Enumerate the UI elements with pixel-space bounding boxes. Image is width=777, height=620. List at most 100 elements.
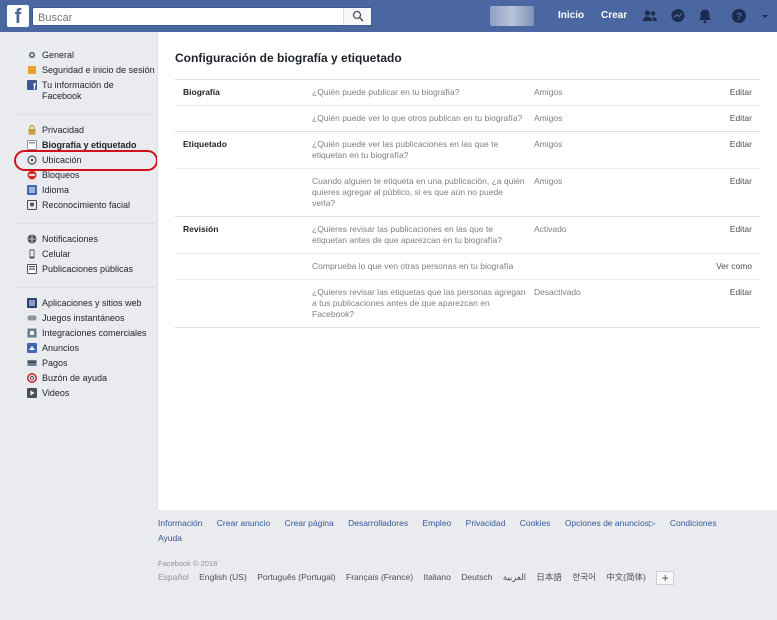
- sidebar-item-general[interactable]: General: [15, 48, 155, 63]
- settings-table: Biografía ¿Quién puede publicar en tu bi…: [175, 79, 760, 328]
- shield-icon: [28, 66, 36, 74]
- messenger-icon[interactable]: [670, 8, 686, 24]
- edit-link[interactable]: Editar: [699, 106, 760, 131]
- sidebar-item-language[interactable]: Idioma: [15, 183, 155, 198]
- language-link[interactable]: Português (Portugal): [257, 572, 335, 582]
- search-box[interactable]: [32, 7, 372, 27]
- setting-question: ¿Quién puede publicar en tu biografía?: [312, 87, 460, 97]
- sidebar-item-payments[interactable]: Pagos: [15, 356, 155, 371]
- block-icon: [27, 170, 37, 180]
- chevron-down-icon[interactable]: [760, 8, 770, 24]
- sidebar-item-label: Celular: [42, 249, 71, 259]
- globe-icon: [27, 234, 37, 244]
- language-link[interactable]: Italiano: [423, 572, 450, 582]
- footer-links: Información Crear anuncio Crear página D…: [158, 516, 768, 546]
- sidebar-item-label: Tu información de Facebook: [42, 80, 114, 101]
- language-link[interactable]: 中文(简体): [606, 572, 646, 582]
- sidebar-item-ads[interactable]: Anuncios: [15, 341, 155, 356]
- footer-link[interactable]: Desarrolladores: [348, 518, 408, 528]
- sidebar-item-label: General: [42, 50, 75, 60]
- footer-link[interactable]: Opciones de anuncios▷: [565, 518, 656, 528]
- language-link[interactable]: 한국어: [572, 572, 595, 582]
- setting-value: [534, 254, 699, 279]
- profile-avatar[interactable]: [490, 6, 534, 26]
- sidebar-item-security[interactable]: Seguridad e inicio de sesión: [15, 63, 155, 78]
- sidebar-item-your-info[interactable]: f Tu información de Facebook: [15, 78, 155, 104]
- rss-icon: [27, 264, 37, 274]
- language-link[interactable]: العربية: [503, 572, 526, 582]
- help-icon[interactable]: ?: [731, 8, 747, 24]
- footer-link[interactable]: Condiciones: [670, 518, 717, 528]
- facebook-logo[interactable]: f: [7, 5, 29, 28]
- top-bar: f Inicio Crear ?: [0, 0, 777, 32]
- sidebar-item-instant-games[interactable]: Juegos instantáneos: [15, 311, 155, 326]
- more-languages-button[interactable]: +: [656, 571, 675, 585]
- sidebar-item-label: Publicaciones públicas: [42, 264, 134, 274]
- sidebar-divider: [15, 223, 155, 224]
- setting-question: Comprueba lo que ven otras personas en t…: [312, 261, 514, 271]
- integration-icon: [27, 328, 37, 338]
- language-link[interactable]: Deutsch: [461, 572, 492, 582]
- notifications-icon[interactable]: [697, 8, 713, 24]
- footer-link[interactable]: Información: [158, 518, 202, 528]
- language-link[interactable]: English (US): [199, 572, 247, 582]
- sidebar-item-label: Juegos instantáneos: [42, 313, 125, 323]
- edit-link[interactable]: Editar: [699, 280, 760, 327]
- sidebar-divider: [15, 287, 155, 288]
- sidebar-item-label: Notificaciones: [42, 234, 99, 244]
- settings-section-review: Revisión ¿Quieres revisar las publicacio…: [175, 217, 760, 328]
- footer-link[interactable]: Crear página: [285, 518, 334, 528]
- sidebar-item-apps[interactable]: Aplicaciones y sitios web: [15, 296, 155, 311]
- sidebar-item-business-integrations[interactable]: Integraciones comerciales: [15, 326, 155, 341]
- friends-icon[interactable]: [642, 8, 658, 24]
- language-link[interactable]: 日本語: [536, 572, 562, 582]
- sidebar-item-privacy[interactable]: Privacidad: [15, 123, 155, 138]
- sidebar-item-label: Bloqueos: [42, 170, 80, 180]
- edit-link[interactable]: Editar: [699, 169, 760, 216]
- sidebar-item-notifications[interactable]: Notificaciones: [15, 232, 155, 247]
- table-row: Biografía ¿Quién puede publicar en tu bi…: [175, 80, 760, 105]
- section-label: Revisión: [183, 224, 219, 234]
- create-link[interactable]: Crear: [601, 10, 627, 21]
- sidebar-item-label: Pagos: [42, 358, 68, 368]
- sidebar-item-videos[interactable]: Videos: [15, 386, 155, 401]
- sidebar-item-face-recognition[interactable]: Reconocimiento facial: [15, 198, 155, 213]
- mobile-icon: [29, 249, 35, 259]
- face-icon: [27, 200, 37, 210]
- search-button[interactable]: [343, 8, 371, 25]
- language-selector: Español English (US) Português (Portugal…: [158, 571, 682, 585]
- ads-icon: [27, 343, 37, 353]
- timeline-icon: [27, 140, 37, 150]
- settings-panel: Configuración de biografía y etiquetado …: [157, 32, 777, 510]
- table-row: Cuando alguien te etiqueta en una public…: [175, 168, 760, 216]
- table-row: ¿Quién puede ver lo que otros publican e…: [175, 105, 760, 131]
- settings-sidebar: General Seguridad e inicio de sesión f T…: [15, 48, 155, 407]
- section-label: Etiquetado: [183, 139, 227, 149]
- language-link[interactable]: Français (France): [346, 572, 413, 582]
- sidebar-group-apps: Aplicaciones y sitios web Juegos instant…: [15, 296, 155, 407]
- setting-value: Activado: [534, 224, 567, 234]
- section-label: Biografía: [183, 87, 220, 97]
- view-as-link[interactable]: Ver como: [699, 254, 760, 279]
- footer-link[interactable]: Ayuda: [158, 533, 182, 543]
- footer-link[interactable]: Empleo: [422, 518, 451, 528]
- sidebar-item-support-inbox[interactable]: Buzón de ayuda: [15, 371, 155, 386]
- sidebar-item-public-posts[interactable]: Publicaciones públicas: [15, 262, 155, 277]
- footer-link[interactable]: Cookies: [520, 518, 551, 528]
- current-language: Español: [158, 572, 189, 583]
- footer-link[interactable]: Privacidad: [466, 518, 506, 528]
- table-row: Revisión ¿Quieres revisar las publicacio…: [175, 217, 760, 253]
- home-link[interactable]: Inicio: [558, 10, 584, 21]
- apps-icon: [27, 298, 37, 308]
- payment-icon: [27, 360, 37, 366]
- footer-link[interactable]: Crear anuncio: [217, 518, 270, 528]
- edit-link[interactable]: Editar: [699, 80, 760, 105]
- sidebar-item-mobile[interactable]: Celular: [15, 247, 155, 262]
- copyright: Facebook © 2018: [158, 559, 218, 568]
- facebook-icon: f: [27, 80, 37, 90]
- search-icon: [352, 10, 364, 22]
- video-icon: [27, 388, 37, 398]
- search-input[interactable]: [33, 9, 333, 27]
- edit-link[interactable]: Editar: [699, 217, 760, 253]
- edit-link[interactable]: Editar: [699, 132, 760, 168]
